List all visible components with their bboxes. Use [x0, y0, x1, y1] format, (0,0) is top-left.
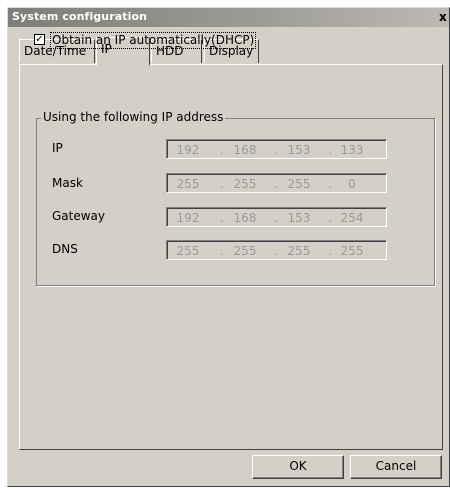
mask-octet-1: 255 — [176, 177, 200, 191]
gateway-octet-2: 168 — [233, 211, 257, 225]
dns-field[interactable]: 255 . 255 . 255 . 255 — [166, 240, 387, 260]
gateway-octet-1: 192 — [176, 211, 200, 225]
ip-octet-2: 168 — [233, 143, 257, 157]
octet-separator: . — [274, 143, 278, 157]
octet-separator: . — [274, 177, 278, 191]
dns-octet-2: 255 — [233, 244, 257, 258]
octet-separator: . — [274, 244, 278, 258]
gateway-field[interactable]: 192 . 168 . 153 . 254 — [166, 207, 387, 227]
octet-separator: . — [328, 143, 332, 157]
octet-separator: . — [274, 211, 278, 225]
dns-octet-3: 255 — [287, 244, 311, 258]
gateway-octet-3: 153 — [287, 211, 311, 225]
ok-button[interactable]: OK — [252, 455, 344, 479]
octet-separator: . — [328, 211, 332, 225]
dns-label: DNS — [52, 242, 78, 256]
title-bar[interactable]: System configuration x — [8, 8, 449, 27]
ip-octet-1: 192 — [176, 143, 200, 157]
dhcp-checkbox-label[interactable]: Obtain an IP automatically(DHCP) — [50, 32, 257, 49]
octet-separator: . — [220, 143, 224, 157]
system-configuration-dialog: System configuration x Date/Time IP HDD … — [7, 7, 450, 487]
ip-address-field[interactable]: 192 . 168 . 153 . 133 — [166, 139, 387, 159]
mask-label: Mask — [52, 176, 83, 190]
mask-octet-3: 255 — [287, 177, 311, 191]
ip-octet-4: 133 — [340, 143, 364, 157]
window-title: System configuration — [12, 10, 148, 23]
ip-octet-3: 153 — [287, 143, 311, 157]
octet-separator: . — [328, 244, 332, 258]
mask-octet-2: 255 — [233, 177, 257, 191]
cancel-button[interactable]: Cancel — [350, 455, 442, 479]
octet-separator: . — [220, 244, 224, 258]
ip-label: IP — [52, 141, 63, 155]
dns-octet-4: 255 — [340, 244, 364, 258]
octet-separator: . — [220, 177, 224, 191]
close-icon[interactable]: x — [439, 10, 449, 25]
mask-octet-4: 0 — [348, 177, 356, 191]
dns-octet-1: 255 — [176, 244, 200, 258]
octet-separator: . — [328, 177, 332, 191]
mask-field[interactable]: 255 . 255 . 255 . 0 — [166, 173, 387, 193]
groupbox-title: Using the following IP address — [41, 110, 226, 124]
dhcp-checkbox[interactable]: ✓ — [34, 34, 45, 45]
gateway-label: Gateway — [52, 209, 106, 223]
octet-separator: . — [220, 211, 224, 225]
gateway-octet-4: 254 — [340, 211, 364, 225]
